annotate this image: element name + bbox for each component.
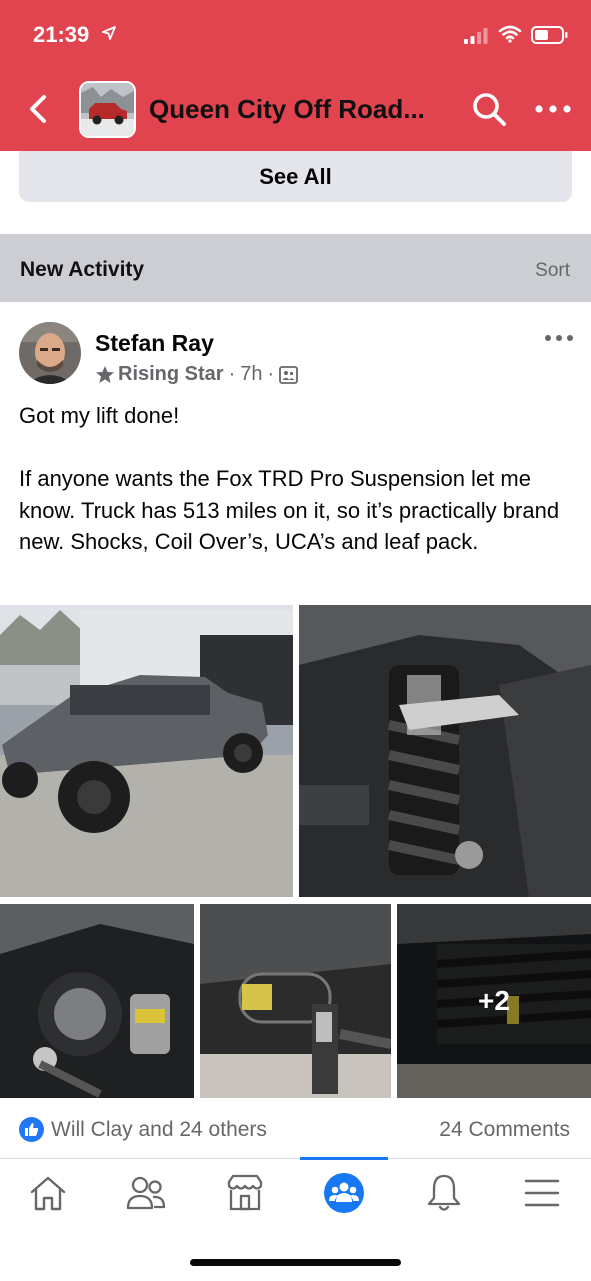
section-header: New Activity Sort	[0, 234, 591, 302]
status-time: 21:39	[33, 22, 90, 47]
marketplace-icon	[227, 1174, 263, 1211]
post-photo-more[interactable]: +2	[397, 904, 591, 1098]
tab-home[interactable]	[18, 1171, 78, 1215]
post-meta: Rising Star · 7h ·	[95, 363, 299, 386]
reactions-text[interactable]: Will Clay and 24 others	[51, 1118, 267, 1142]
location-arrow-icon	[102, 26, 116, 40]
like-icon	[19, 1117, 44, 1142]
reactions-summary[interactable]: Will Clay and 24 others	[19, 1117, 267, 1142]
friends-icon	[126, 1176, 166, 1210]
post-text-line: Got my lift done!	[19, 403, 180, 428]
post-photo[interactable]	[0, 605, 293, 897]
tab-notifications[interactable]	[414, 1171, 474, 1215]
post-photo[interactable]	[0, 904, 194, 1098]
group-title[interactable]: Queen City Off Road...	[149, 94, 425, 125]
battery-icon	[531, 26, 568, 44]
section-title: New Activity	[20, 258, 145, 281]
post-photo[interactable]	[200, 904, 391, 1098]
home-icon	[30, 1176, 66, 1211]
back-chevron-icon[interactable]	[22, 91, 58, 127]
more-photos-label[interactable]: +2	[397, 904, 591, 1098]
post-text: Got my lift done! If anyone wants the Fo…	[19, 400, 579, 558]
tab-friends[interactable]	[116, 1171, 176, 1215]
group-avatar[interactable]	[79, 81, 136, 138]
see-all-button[interactable]: See All	[19, 151, 572, 202]
groups-icon	[324, 1173, 364, 1213]
author-name[interactable]: Stefan Ray	[95, 330, 214, 357]
meta-separator: ·	[267, 363, 275, 385]
post-photo[interactable]	[299, 605, 591, 897]
signal-icon	[464, 28, 488, 44]
group-privacy-icon	[279, 365, 299, 384]
tab-menu[interactable]	[512, 1171, 572, 1215]
header-bar: 21:39 Queen City Off Road...	[0, 0, 591, 151]
wifi-icon	[498, 25, 522, 43]
menu-icon	[524, 1179, 560, 1207]
author-avatar[interactable]	[19, 322, 81, 384]
comments-count[interactable]: 24 Comments	[439, 1118, 570, 1142]
badge-label: Rising Star	[118, 363, 224, 385]
post-text-body: If anyone wants the Fox TRD Pro Suspensi…	[19, 466, 560, 554]
bell-icon	[427, 1174, 461, 1211]
home-indicator	[190, 1259, 401, 1266]
rising-star-icon	[96, 365, 114, 383]
search-icon[interactable]	[470, 90, 508, 128]
post-more-icon[interactable]	[544, 331, 574, 345]
active-tab-indicator	[300, 1157, 388, 1160]
more-icon[interactable]	[532, 94, 574, 124]
tab-marketplace[interactable]	[215, 1171, 275, 1215]
post-time[interactable]: 7h	[240, 363, 262, 386]
meta-separator: ·	[228, 363, 236, 385]
sort-button[interactable]: Sort	[535, 260, 570, 282]
tab-groups[interactable]	[314, 1171, 374, 1215]
